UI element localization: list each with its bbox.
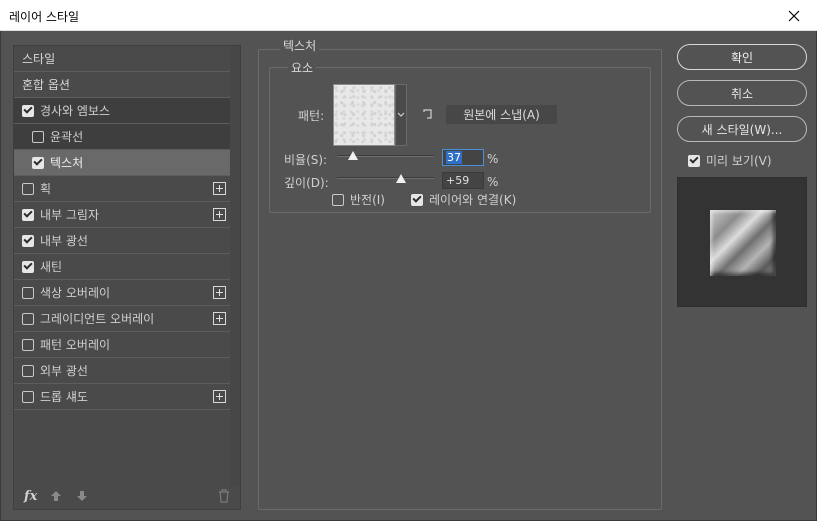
color-overlay-checkbox[interactable] xyxy=(22,286,34,299)
texture-checkbox[interactable] xyxy=(32,156,44,169)
style-item-label: 획 xyxy=(40,182,52,196)
style-item-styles[interactable]: 스타일 xyxy=(14,46,240,72)
style-list-footer: fx xyxy=(14,483,240,509)
style-item-label: 패턴 오버레이 xyxy=(40,338,111,352)
style-item-blending-options[interactable]: 혼합 옵션 xyxy=(14,72,240,98)
invert-checkbox-box[interactable] xyxy=(332,193,344,206)
depth-input[interactable]: +59 xyxy=(442,172,484,189)
preview-swatch xyxy=(710,210,776,276)
style-list-scrollbar[interactable] xyxy=(230,46,240,486)
scale-input[interactable]: 37 xyxy=(442,149,484,166)
cancel-button[interactable]: 취소 xyxy=(677,80,807,106)
pattern-label: 패턴: xyxy=(298,109,325,123)
style-item-label: 새틴 xyxy=(40,260,63,274)
style-item-bevel-emboss[interactable]: 경사와 엠보스 xyxy=(14,98,240,124)
style-item-stroke[interactable]: 획 xyxy=(14,176,240,202)
plus-icon[interactable] xyxy=(213,390,226,403)
move-down-button[interactable] xyxy=(75,489,89,503)
style-item-contour[interactable]: 윤곽선 xyxy=(14,124,240,150)
style-item-texture[interactable]: 텍스처 xyxy=(14,150,240,176)
window-title: 레이어 스타일 xyxy=(9,10,80,24)
invert-checkbox[interactable]: 반전(I) xyxy=(332,191,385,208)
drop-shadow-checkbox[interactable] xyxy=(22,390,34,403)
snap-to-origin-button[interactable]: 원본에 스냅(A) xyxy=(446,105,557,124)
style-item-outer-glow[interactable]: 외부 광선 xyxy=(14,358,240,384)
depth-value: +59 xyxy=(446,174,470,187)
style-item-drop-shadow[interactable]: 드롭 섀도 xyxy=(14,384,240,410)
style-item-gradient-overlay[interactable]: 그레이디언트 오버레이 xyxy=(14,306,240,332)
preview-checkbox-box[interactable] xyxy=(688,154,700,167)
plus-icon[interactable] xyxy=(213,182,226,195)
gradient-overlay-checkbox[interactable] xyxy=(22,312,34,325)
texture-group-title: 텍스처 xyxy=(280,37,320,54)
style-list-panel: 스타일 혼합 옵션 경사와 엠보스 윤곽선 텍스처 획 내부 그림자 내부 광선… xyxy=(13,45,241,510)
pattern-swatch[interactable] xyxy=(333,84,395,146)
ok-button[interactable]: 확인 xyxy=(677,44,807,70)
style-list: 스타일 혼합 옵션 경사와 엠보스 윤곽선 텍스처 획 내부 그림자 내부 광선… xyxy=(14,46,240,410)
new-style-button[interactable]: 새 스타일(W)... xyxy=(677,116,807,142)
layer-style-dialog: 스타일 혼합 옵션 경사와 엠보스 윤곽선 텍스처 획 내부 그림자 내부 광선… xyxy=(0,31,817,521)
style-item-label: 드롭 섀도 xyxy=(40,390,88,404)
depth-unit: % xyxy=(487,175,499,189)
style-item-label: 경사와 엠보스 xyxy=(40,104,111,118)
depth-slider-track[interactable] xyxy=(337,177,434,179)
style-item-color-overlay[interactable]: 색상 오버레이 xyxy=(14,280,240,306)
style-item-label: 내부 광선 xyxy=(40,234,88,248)
style-item-label: 그레이디언트 오버레이 xyxy=(40,312,155,326)
style-item-label: 윤곽선 xyxy=(50,130,84,144)
style-item-label: 스타일 xyxy=(22,52,56,66)
bevel-emboss-checkbox[interactable] xyxy=(22,104,34,117)
close-button[interactable] xyxy=(771,0,817,31)
link-with-layer-label: 레이어와 연결(K) xyxy=(429,193,517,207)
style-item-pattern-overlay[interactable]: 패턴 오버레이 xyxy=(14,332,240,358)
snap-origin-icon xyxy=(423,109,432,119)
contour-checkbox[interactable] xyxy=(32,130,44,143)
plus-icon[interactable] xyxy=(213,312,226,325)
title-bar: 레이어 스타일 xyxy=(0,0,817,31)
preview-label: 미리 보기(V) xyxy=(706,154,772,168)
delete-effect-button[interactable] xyxy=(218,489,230,503)
inner-shadow-checkbox[interactable] xyxy=(22,208,34,221)
stroke-checkbox[interactable] xyxy=(22,182,34,195)
invert-label: 반전(I) xyxy=(350,193,385,207)
plus-icon[interactable] xyxy=(213,286,226,299)
style-item-label: 내부 그림자 xyxy=(40,208,100,222)
move-up-button[interactable] xyxy=(49,489,63,503)
style-item-label: 텍스처 xyxy=(50,156,84,170)
arrow-up-icon xyxy=(51,491,62,501)
elements-group-title: 요소 xyxy=(288,59,317,76)
style-preview xyxy=(677,177,807,307)
close-icon xyxy=(788,10,800,21)
pattern-overlay-checkbox[interactable] xyxy=(22,338,34,351)
style-item-satin[interactable]: 새틴 xyxy=(14,254,240,280)
pattern-picker-dropdown[interactable] xyxy=(395,84,407,146)
scale-value: 37 xyxy=(446,151,462,164)
depth-slider-thumb[interactable] xyxy=(396,174,407,183)
fx-menu-button[interactable]: fx xyxy=(24,489,37,504)
depth-label: 깊이(D): xyxy=(284,176,329,190)
scale-unit: % xyxy=(487,152,499,166)
plus-icon[interactable] xyxy=(213,208,226,221)
arrow-down-icon xyxy=(77,491,88,501)
preview-checkbox[interactable]: 미리 보기(V) xyxy=(688,152,772,169)
style-item-label: 색상 오버레이 xyxy=(40,286,111,300)
inner-glow-checkbox[interactable] xyxy=(22,234,34,247)
outer-glow-checkbox[interactable] xyxy=(22,364,34,377)
link-with-layer-checkbox[interactable]: 레이어와 연결(K) xyxy=(411,191,516,208)
new-preset-button[interactable] xyxy=(422,108,434,120)
scale-slider-thumb[interactable] xyxy=(348,151,359,160)
style-item-label: 혼합 옵션 xyxy=(22,78,70,92)
trash-icon xyxy=(219,489,229,503)
chevron-down-icon xyxy=(397,112,405,117)
style-item-inner-glow[interactable]: 내부 광선 xyxy=(14,228,240,254)
style-item-inner-shadow[interactable]: 내부 그림자 xyxy=(14,202,240,228)
style-item-label: 외부 광선 xyxy=(40,364,88,378)
satin-checkbox[interactable] xyxy=(22,260,34,273)
link-with-layer-checkbox-box[interactable] xyxy=(411,193,423,206)
scale-label: 비율(S): xyxy=(284,153,328,167)
